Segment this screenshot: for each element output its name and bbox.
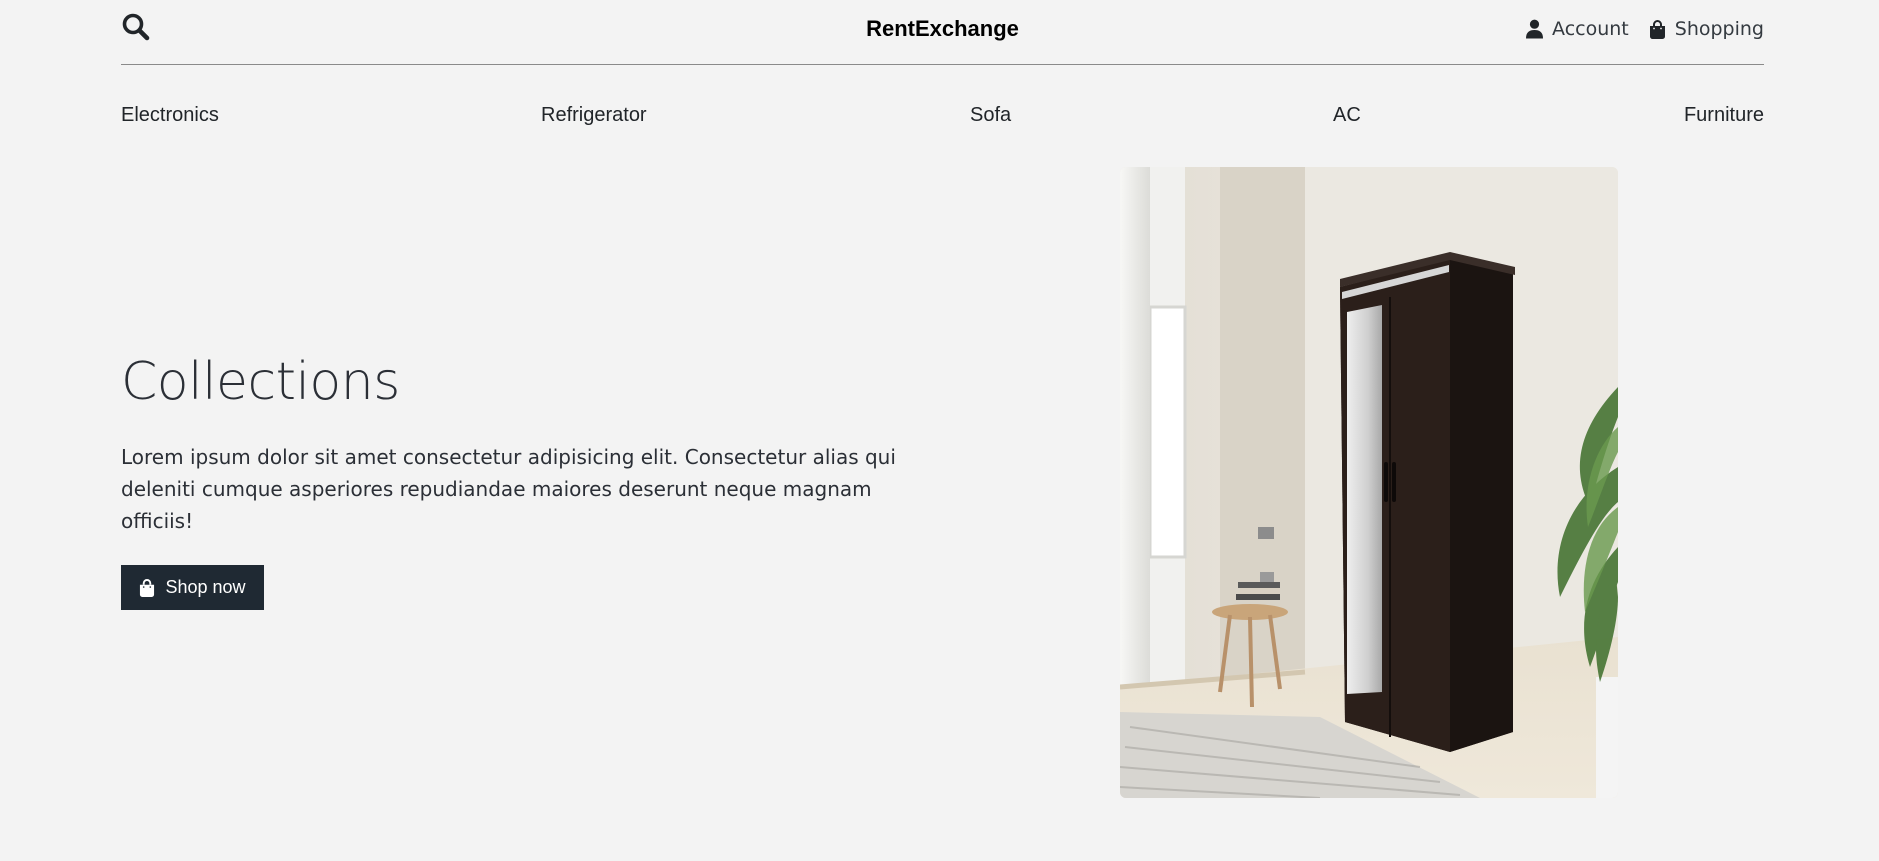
nav-item-electronics[interactable]: Electronics bbox=[121, 104, 219, 127]
hero-description: Lorem ipsum dolor sit amet consectetur a… bbox=[121, 445, 896, 533]
category-nav: Electronics Refrigerator Sofa AC Furnitu… bbox=[121, 104, 1764, 130]
user-icon bbox=[1526, 19, 1544, 39]
shopping-bag-icon bbox=[140, 578, 155, 597]
brand-logo[interactable]: RentExchange bbox=[121, 16, 1764, 42]
account-label: Account bbox=[1552, 18, 1629, 40]
site-header: RentExchange Account Shopping bbox=[121, 0, 1764, 65]
shop-now-button[interactable]: Shop now bbox=[121, 565, 264, 610]
shopping-link[interactable]: Shopping bbox=[1649, 18, 1764, 40]
nav-item-sofa[interactable]: Sofa bbox=[970, 104, 1011, 127]
nav-item-ac[interactable]: AC bbox=[1333, 104, 1361, 127]
nav-item-refrigerator[interactable]: Refrigerator bbox=[541, 104, 647, 127]
nav-item-furniture[interactable]: Furniture bbox=[1684, 104, 1764, 127]
brand-name[interactable]: RentExchange bbox=[866, 16, 1019, 42]
hero-image bbox=[1120, 167, 1618, 798]
hero-title: Collections bbox=[121, 352, 400, 412]
shop-now-label: Shop now bbox=[165, 577, 246, 597]
account-link[interactable]: Account bbox=[1526, 18, 1629, 40]
page-container: RentExchange Account Shopping Electronic… bbox=[121, 0, 1764, 861]
shopping-bag-icon bbox=[1649, 19, 1665, 39]
header-actions: Account Shopping bbox=[1526, 18, 1764, 40]
shopping-label: Shopping bbox=[1674, 18, 1764, 40]
